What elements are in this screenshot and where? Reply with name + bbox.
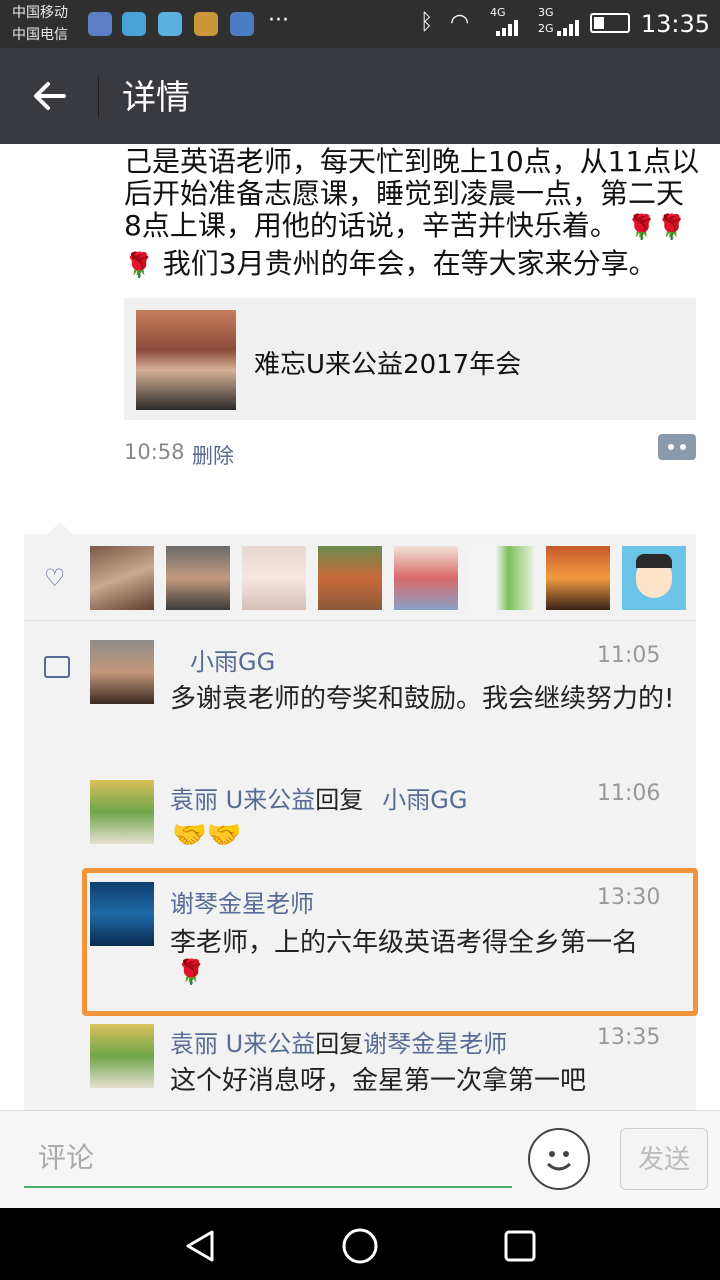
battery-icon: [590, 13, 630, 33]
emoji-button[interactable]: [528, 1128, 590, 1190]
network-type-label: 3G: [538, 6, 554, 19]
like-avatar[interactable]: [622, 546, 686, 610]
reply-target-name[interactable]: 小雨GG: [382, 786, 467, 814]
like-avatar[interactable]: [470, 546, 534, 610]
more-actions-button[interactable]: [658, 434, 696, 460]
share-title: 难忘U来公益2017年会: [254, 350, 522, 380]
reply-label: 回复: [315, 1030, 364, 1058]
page-title: 详情: [122, 78, 190, 118]
like-avatar[interactable]: [318, 546, 382, 610]
commenter-name[interactable]: 袁丽 U来公益: [170, 1030, 315, 1058]
post-text-line: 8点上课，用他的话说，辛苦并快乐着。 🌹🌹: [124, 204, 687, 244]
commenter-avatar[interactable]: [90, 780, 154, 844]
post-text-line: 🌹 我们3月贵州的年会，在等大家来分享。: [124, 242, 657, 282]
recents-square-icon[interactable]: [502, 1228, 538, 1264]
chat-app-icon: [122, 12, 146, 36]
network-type-label: 4G: [490, 6, 506, 19]
more-notifications-icon: ···: [268, 8, 289, 33]
post-text-span: 我们3月贵州的年会，在等大家来分享。: [162, 247, 657, 280]
like-avatar[interactable]: [394, 546, 458, 610]
likes-divider: [24, 620, 696, 621]
commenter-name[interactable]: 袁丽 U来公益: [170, 786, 315, 814]
comment-icon: [44, 656, 70, 678]
handshake-emoji-icon: 🤝🤝: [172, 818, 242, 851]
send-button[interactable]: 发送: [620, 1128, 708, 1190]
rose-emoji-icon: 🌹🌹: [626, 213, 687, 241]
commenter-name[interactable]: 小雨GG: [190, 642, 275, 677]
highlight-frame: [82, 868, 698, 1016]
status-bar: 中国移动 中国电信 ··· ᛒ ◠ 4G 3G 2G 13:35: [0, 0, 720, 48]
commenter-avatar[interactable]: [90, 1024, 154, 1088]
telegram-icon: [158, 12, 182, 36]
carrier-name: 中国电信: [12, 27, 68, 43]
carrier-name: 中国移动: [12, 5, 68, 21]
smiley-icon: [546, 1151, 572, 1171]
arrow-left-icon: [34, 82, 66, 110]
post-timestamp: 10:58: [124, 440, 185, 464]
comment-input[interactable]: [24, 1128, 512, 1188]
comment-time: 11:05: [597, 643, 661, 668]
like-avatar[interactable]: [242, 546, 306, 610]
reply-header: 袁丽 U来公益回复 小雨GG: [170, 780, 468, 815]
shared-link-card[interactable]: 难忘U来公益2017年会: [124, 298, 696, 420]
wifi-icon: ◠: [450, 10, 470, 35]
navigation-bar: [0, 1208, 720, 1280]
network-type-label: 2G: [538, 22, 554, 35]
delete-link[interactable]: 删除: [192, 440, 234, 470]
signal-icon: [556, 20, 580, 36]
like-avatar[interactable]: [546, 546, 610, 610]
document-app-icon: [230, 12, 254, 36]
bluetooth-icon: ᛒ: [420, 10, 434, 35]
comment-text: 多谢袁老师的夸奖和鼓励。我会继续努力的!: [170, 684, 675, 714]
like-avatar[interactable]: [90, 546, 154, 610]
comment-text: 这个好消息呀，金星第一次拿第一吧: [170, 1066, 587, 1096]
share-thumbnail: [136, 310, 236, 410]
comment-time: 13:35: [597, 1025, 661, 1050]
reply-header: 袁丽 U来公益回复谢琴金星老师: [170, 1024, 507, 1059]
health-app-icon: [88, 12, 112, 36]
back-triangle-icon[interactable]: [182, 1228, 218, 1264]
home-circle-icon[interactable]: [340, 1226, 380, 1266]
dot-icon: [668, 444, 674, 450]
panel-pointer: [48, 522, 72, 534]
post-text-span: 8点上课，用他的话说，辛苦并快乐着。: [124, 209, 618, 242]
commenter-avatar[interactable]: [90, 640, 154, 704]
like-avatar[interactable]: [166, 546, 230, 610]
reply-target-name[interactable]: 谢琴金星老师: [363, 1030, 507, 1058]
title-divider: [98, 76, 99, 118]
clock: 13:35: [640, 10, 710, 38]
title-bar-bg: [0, 48, 720, 144]
back-button[interactable]: [28, 74, 72, 118]
reply-label: 回复: [315, 786, 364, 814]
app-notification-icon: [194, 12, 218, 36]
heart-icon: ♡: [44, 564, 66, 592]
comment-time: 11:06: [597, 781, 661, 806]
dot-icon: [680, 444, 686, 450]
rose-emoji-icon: 🌹: [124, 251, 154, 279]
signal-icon: [494, 20, 522, 36]
